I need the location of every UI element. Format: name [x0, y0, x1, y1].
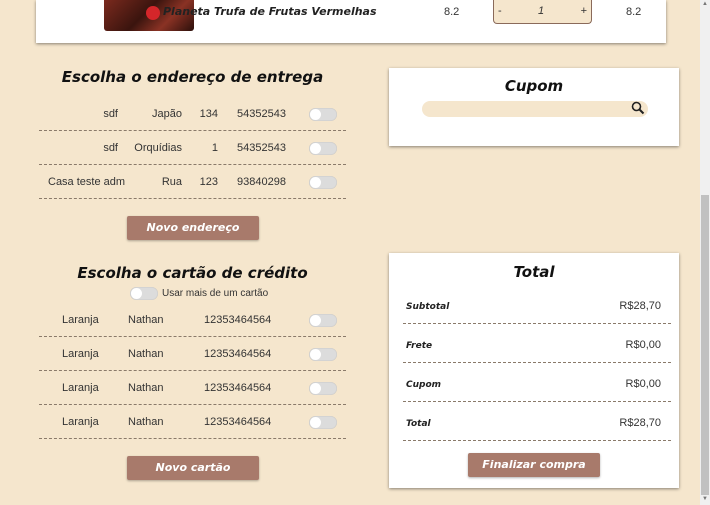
- card-holder: Nathan: [128, 416, 164, 428]
- cupom-title: Cupom: [504, 77, 564, 95]
- card-row[interactable]: Laranja Nathan 12353464564: [39, 337, 346, 371]
- new-card-button[interactable]: Novo cartão: [127, 456, 259, 480]
- decrement-button[interactable]: -: [498, 5, 502, 17]
- address-number: 123: [199, 176, 218, 188]
- card-row[interactable]: Laranja Nathan 12353464564: [39, 371, 346, 405]
- card-name: Laranja: [62, 314, 99, 326]
- address-cep: 93840298: [237, 176, 286, 188]
- card-number: 12353464564: [204, 348, 272, 360]
- quantity-value[interactable]: 1: [538, 5, 544, 17]
- cart-item-card: Planeta Trufa de Frutas Vermelhas 8.2 - …: [36, 0, 666, 43]
- address-select-toggle[interactable]: [309, 108, 337, 121]
- address-name: sdf: [103, 142, 118, 154]
- address-name: Casa teste adm: [48, 176, 126, 188]
- page-scrollbar[interactable]: ▲ ▼: [700, 0, 710, 505]
- product-price: 8.2: [444, 6, 460, 18]
- address-street: Rua: [161, 176, 182, 188]
- address-cep: 54352543: [237, 108, 286, 120]
- finish-purchase-button[interactable]: Finalizar compra: [468, 453, 600, 477]
- subtotal-label: Subtotal: [406, 302, 450, 312]
- cupom-discount-label: Cupom: [406, 380, 442, 390]
- grand-total-value: R$28,70: [619, 417, 661, 429]
- address-number: 134: [199, 108, 218, 120]
- card-select-toggle[interactable]: [309, 314, 337, 327]
- product-subtotal: 8.2: [626, 6, 642, 18]
- card-section-title: Escolha o cartão de crédito: [77, 264, 308, 282]
- card-name: Laranja: [62, 382, 99, 394]
- total-title: Total: [513, 263, 555, 281]
- address-number: 1: [211, 142, 218, 154]
- search-icon[interactable]: [631, 101, 645, 115]
- address-select-toggle[interactable]: [309, 142, 337, 155]
- cupom-card: Cupom: [389, 68, 679, 146]
- card-holder: Nathan: [128, 348, 164, 360]
- card-number: 12353464564: [204, 382, 272, 394]
- address-cep: 54352543: [237, 142, 286, 154]
- shipping-value: R$0,00: [625, 339, 661, 351]
- scroll-thumb[interactable]: [701, 195, 709, 495]
- card-holder: Nathan: [128, 314, 164, 326]
- quantity-stepper[interactable]: - 1 +: [493, 0, 592, 24]
- card-select-toggle[interactable]: [309, 416, 337, 429]
- cupom-discount-value: R$0,00: [625, 378, 661, 390]
- card-number: 12353464564: [204, 416, 272, 428]
- card-row[interactable]: Laranja Nathan 12353464564: [39, 405, 346, 439]
- subtotal-row: Subtotal R$28,70: [403, 286, 671, 324]
- shipping-row: Frete R$0,00: [403, 325, 671, 363]
- grand-total-row: Total R$28,70: [403, 403, 671, 441]
- card-select-toggle[interactable]: [309, 382, 337, 395]
- address-row[interactable]: Casa teste adm Rua 123 93840298: [39, 165, 346, 199]
- total-card: Total Subtotal R$28,70 Frete R$0,00 Cupo…: [389, 253, 679, 488]
- multi-card-toggle[interactable]: [130, 287, 158, 300]
- product-name: Planeta Trufa de Frutas Vermelhas: [163, 5, 377, 18]
- cupom-input[interactable]: [422, 101, 648, 117]
- address-row[interactable]: sdf Orquídias 1 54352543: [39, 131, 346, 165]
- card-holder: Nathan: [128, 382, 164, 394]
- grand-total-label: Total: [406, 419, 431, 429]
- subtotal-value: R$28,70: [619, 300, 661, 312]
- card-row[interactable]: Laranja Nathan 12353464564: [39, 303, 346, 337]
- scroll-up-icon[interactable]: ▲: [702, 1, 708, 7]
- address-section-title: Escolha o endereço de entrega: [61, 68, 324, 86]
- multi-card-label: Usar mais de um cartão: [162, 288, 269, 299]
- card-name: Laranja: [62, 348, 99, 360]
- cupom-discount-row: Cupom R$0,00: [403, 364, 671, 402]
- address-select-toggle[interactable]: [309, 176, 337, 189]
- address-street: Orquídias: [134, 142, 182, 154]
- increment-button[interactable]: +: [581, 5, 587, 17]
- card-number: 12353464564: [204, 314, 272, 326]
- address-name: sdf: [103, 108, 118, 120]
- address-row[interactable]: sdf Japão 134 54352543: [39, 97, 346, 131]
- card-select-toggle[interactable]: [309, 348, 337, 361]
- address-street: Japão: [152, 108, 182, 120]
- shipping-label: Frete: [406, 341, 433, 351]
- card-name: Laranja: [62, 416, 99, 428]
- scroll-down-icon[interactable]: ▼: [702, 496, 708, 502]
- new-address-button[interactable]: Novo endereço: [127, 216, 259, 240]
